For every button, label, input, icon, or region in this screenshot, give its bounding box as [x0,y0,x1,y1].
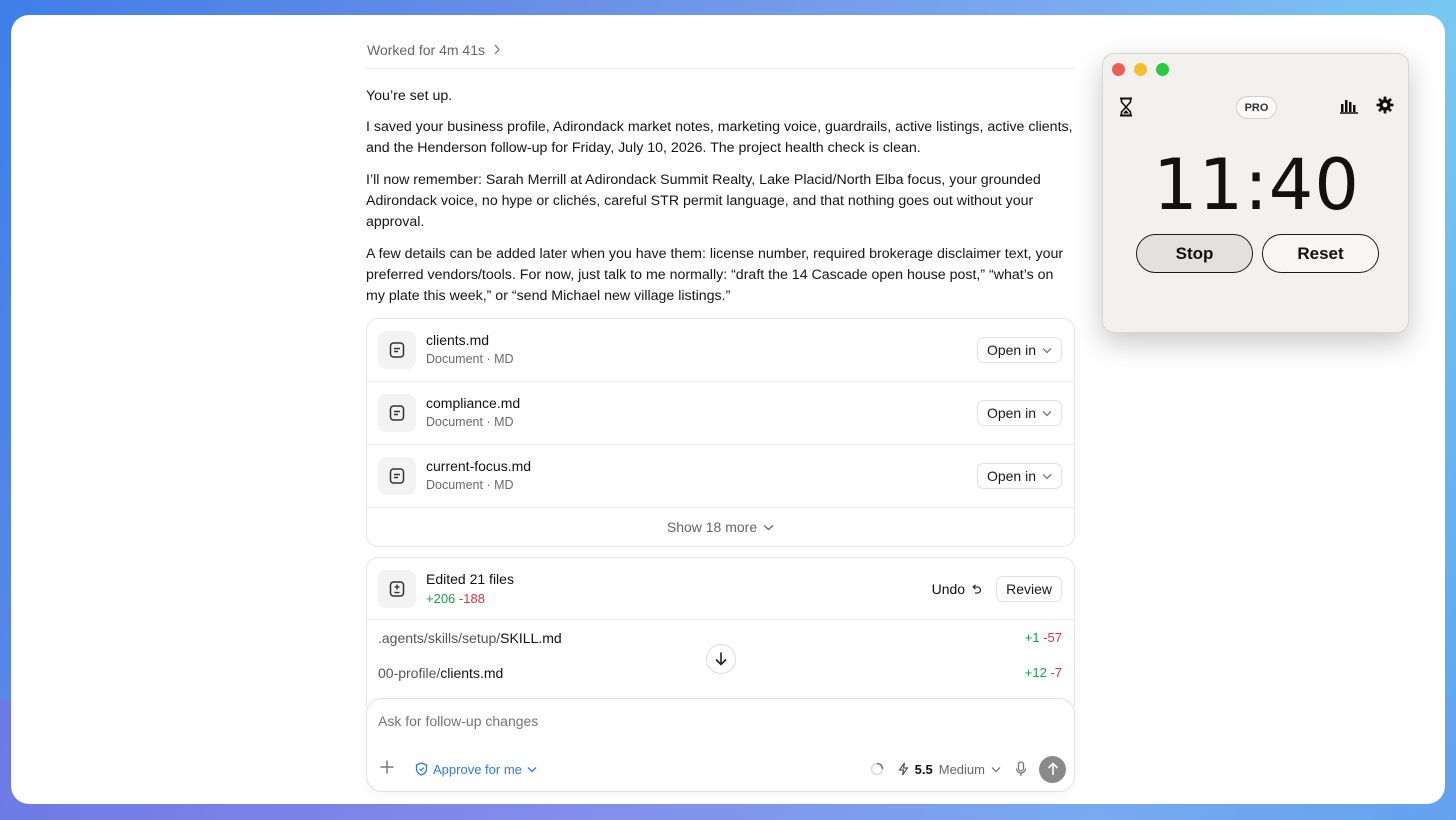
composer: Approve for me 5.5 Medium [366,698,1075,792]
gear-icon[interactable] [1376,96,1394,119]
changed-file-diffstat: +1 -57 [1025,628,1062,647]
lines-added: +12 [1024,665,1047,680]
undo-icon [972,583,982,594]
model-selector[interactable]: 5.5 Medium [898,762,1001,777]
open-in-label: Open in [986,405,1036,421]
lightning-icon [898,762,909,776]
file-meta: current-focus.md Document · MD [426,457,977,495]
chevron-down-icon [991,766,1001,772]
file-type: Document · MD [426,478,514,492]
file-row[interactable]: clients.md Document · MD Open in [367,319,1074,382]
model-version: 5.5 [914,761,933,777]
message-paragraph: A few details can be added later when yo… [366,246,1064,304]
message-paragraph: I’ll now remember: Sarah Merrill at Adir… [366,172,1041,230]
file-row[interactable]: current-focus.md Document · MD Open in [367,445,1074,508]
timer-window: PRO 11:40 Stop Reset [1102,53,1409,333]
edits-meta: Edited 21 files +206 -188 [426,570,932,608]
chevron-down-icon [1042,347,1052,353]
approval-mode-label: Approve for me [433,761,522,777]
microphone-button[interactable] [1015,761,1027,777]
lines-removed: -57 [1043,630,1062,645]
send-button[interactable] [1039,755,1066,783]
stop-button[interactable]: Stop [1136,234,1253,273]
approval-mode-dropdown[interactable]: Approve for me [415,762,537,777]
arrow-down-icon [715,652,727,666]
files-card: clients.md Document · MD Open in complia… [366,318,1075,547]
worked-for-label: Worked for 4m 41s [367,42,486,58]
reasoning-effort: Medium [938,761,985,777]
scroll-to-bottom-button[interactable] [706,644,736,674]
lines-removed: -188 [458,590,485,606]
file-meta: clients.md Document · MD [426,331,977,369]
file-type: Document · MD [426,415,514,429]
chevron-down-icon [1042,473,1052,479]
file-name: compliance.md [426,395,521,411]
undo-button[interactable]: Undo [932,581,982,597]
open-in-label: Open in [986,468,1036,484]
composer-toolbar: Approve for me 5.5 Medium [367,755,1074,783]
plus-icon [380,760,394,774]
lines-added: +1 [1024,630,1040,645]
document-icon [378,331,416,369]
review-button[interactable]: Review [996,575,1062,602]
pro-badge[interactable]: PRO [1236,96,1277,119]
open-in-label: Open in [986,342,1036,358]
show-more-label: Show 18 more [666,519,758,535]
file-meta: compliance.md Document · MD [426,394,977,432]
message-paragraph: You’re set up. [366,88,453,104]
window-controls [1112,63,1169,76]
changed-file-dir: .agents/skills/setup/ [378,629,501,646]
hourglass-icon[interactable] [1119,97,1133,122]
file-type: Document · MD [426,352,514,366]
diff-icon [378,569,416,608]
file-name: current-focus.md [426,458,532,474]
changed-file-path: .agents/skills/setup/SKILL.md [378,630,562,646]
edits-header: Edited 21 files +206 -188 Undo Review [367,558,1074,620]
edits-diffstat: +206 -188 [426,589,932,608]
chevron-right-icon [493,42,501,58]
loading-spinner-icon [870,762,884,776]
file-name: clients.md [426,332,490,348]
arrow-up-icon [1047,762,1058,775]
chevron-down-icon [527,766,537,772]
open-in-button[interactable]: Open in [976,463,1062,489]
show-more-button[interactable]: Show 18 more [367,508,1074,546]
changed-file-dir: 00-profile/ [378,664,441,681]
add-attachment-button[interactable] [379,759,401,779]
edits-card: Edited 21 files +206 -188 Undo Review .a… [366,557,1075,707]
stats-icon[interactable] [1340,98,1358,119]
follow-up-input[interactable] [378,713,978,729]
open-in-button[interactable]: Open in [976,400,1062,426]
lines-removed: -7 [1050,665,1062,680]
undo-label: Undo [931,580,966,597]
chevron-down-icon [763,524,774,530]
changed-file-path: 00-profile/clients.md [378,665,503,681]
document-icon [378,457,416,495]
zoom-window-button[interactable] [1156,63,1169,76]
document-icon [378,394,416,432]
minimize-window-button[interactable] [1134,63,1147,76]
close-window-button[interactable] [1112,63,1125,76]
chevron-down-icon [1042,410,1052,416]
worked-for-summary[interactable]: Worked for 4m 41s [366,42,1075,69]
shield-icon [415,762,428,776]
reset-button[interactable]: Reset [1262,234,1379,273]
file-row[interactable]: compliance.md Document · MD Open in [367,382,1074,445]
timer-display: 11:40 [1153,144,1360,226]
lines-added: +206 [426,590,456,606]
changed-file-name: clients.md [440,664,504,681]
changed-file-name: SKILL.md [500,629,562,646]
edits-title: Edited 21 files [426,570,514,587]
open-in-button[interactable]: Open in [976,337,1062,363]
changed-file-diffstat: +12 -7 [1025,663,1062,682]
conversation-thread: Worked for 4m 41s You’re set up. I saved… [366,15,1075,804]
microphone-icon [1015,761,1027,776]
message-paragraph: I saved your business profile, Adirondac… [366,119,1073,156]
